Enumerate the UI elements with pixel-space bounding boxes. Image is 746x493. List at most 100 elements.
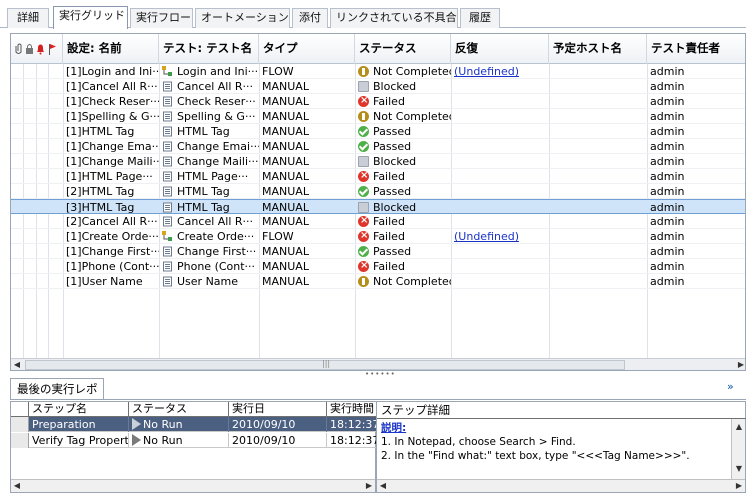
status-cell: Blocked	[373, 201, 417, 214]
tab-run-flow[interactable]: 実行フロー	[130, 8, 193, 28]
scroll-right-arrow-icon[interactable]: ▶	[363, 480, 375, 492]
row-header[interactable]	[11, 417, 29, 432]
detail-vertical-scrollbar[interactable]: ▲ ▼	[731, 419, 745, 479]
test-name-cell: Spelling & G···	[177, 110, 256, 123]
collapse-chevron-icon[interactable]: »	[727, 380, 734, 393]
test-name-cell: Change Emai···	[177, 140, 259, 153]
col-type[interactable]: タイプ	[259, 34, 355, 64]
step-description[interactable]: 説明: 1. In Notepad, choose Search > Find.…	[377, 419, 732, 479]
manual-test-icon	[162, 186, 173, 197]
test-name-cell: HTML Tag	[177, 201, 230, 214]
failed-status-icon	[358, 94, 369, 108]
step-status-cell: No Run	[143, 434, 183, 447]
steps-horizontal-scrollbar[interactable]: ◀ ▶	[11, 479, 375, 492]
config-name-cell: [1]Cancel All R···	[66, 80, 158, 93]
lock-icon[interactable]	[25, 43, 34, 55]
test-name-cell: Check Reser···	[177, 95, 256, 108]
table-row[interactable]: [2]Cancel All R··· Cancel All R··· MANUAL F…	[11, 214, 745, 229]
scroll-up-arrow-icon[interactable]: ▲	[733, 421, 745, 433]
table-row[interactable]: [1]Login and Ini··· Login and Ini··· FLOW N…	[11, 64, 745, 79]
step-name-cell: Verify Tag Propertie	[32, 434, 129, 447]
execution-grid: 設定: 名前 テスト: テスト名 タイプ ステータス 反復 予定ホスト名 テスト…	[10, 33, 746, 371]
iterations-link[interactable]: (Undefined)	[454, 65, 519, 78]
passed-status-icon	[358, 246, 369, 257]
panel-splitter[interactable]: ••••••	[10, 371, 746, 378]
step-row[interactable]: Preparation No Run 2010/09/10 18:12:37	[11, 417, 377, 432]
table-row[interactable]: [2]HTML Tag HTML Tag MANUAL Passed admin	[11, 184, 745, 199]
detail-horizontal-scrollbar[interactable]: ◀ ▶	[377, 479, 745, 492]
config-name-cell: [1]Phone (Cont···	[66, 260, 159, 273]
table-row[interactable]: [1]Phone (Cont··· Phone (Cont··· MANUAL Fai…	[11, 259, 745, 274]
follow-up-flag-icon[interactable]	[48, 43, 57, 55]
test-name-cell: Change First···	[177, 245, 257, 258]
row-header[interactable]	[11, 433, 29, 448]
tab-automation[interactable]: オートメーション	[195, 8, 290, 28]
config-name-cell: [1]HTML Page···	[66, 170, 153, 183]
type-cell: MANUAL	[262, 125, 309, 138]
table-row[interactable]: [1]Spelling & G··· Spelling & G··· MANUAL N…	[11, 109, 745, 124]
passed-status-icon	[358, 126, 369, 137]
steps-grid: ステップ名 ステータス 実行日 実行時間 Preparation No Run 20…	[10, 401, 377, 493]
tab-details[interactable]: 詳細	[7, 8, 49, 28]
tab-linked-defects[interactable]: リンクされている不具合	[330, 8, 458, 28]
table-row[interactable]: [1]HTML Page··· HTML Page··· MANUAL Failed a…	[11, 169, 745, 184]
scroll-down-arrow-icon[interactable]: ▼	[733, 463, 745, 475]
alert-bell-icon[interactable]	[36, 43, 45, 55]
blocked-status-icon	[358, 156, 369, 167]
scroll-left-arrow-icon[interactable]: ◀	[377, 480, 389, 492]
tab-run-grid[interactable]: 実行グリッド	[53, 6, 128, 29]
col-planned-host[interactable]: 予定ホスト名	[549, 34, 647, 64]
table-row[interactable]: [1]HTML Tag HTML Tag MANUAL Passed admin	[11, 124, 745, 139]
type-cell: MANUAL	[262, 170, 309, 183]
table-row[interactable]: [3]HTML Tag HTML Tag MANUAL Blocked admin	[11, 199, 745, 214]
status-cell: Failed	[373, 215, 405, 228]
manual-test-icon	[162, 202, 173, 213]
scroll-right-arrow-icon[interactable]: ▶	[733, 480, 745, 492]
test-name-cell: HTML Tag	[177, 125, 230, 138]
row-header-corner	[11, 402, 29, 417]
status-cell: Not Completed	[373, 275, 451, 288]
status-cell: Blocked	[373, 80, 417, 93]
scroll-left-arrow-icon[interactable]: ◀	[11, 480, 23, 492]
table-row[interactable]: [1]Change First··· Change First··· MANUAL P…	[11, 244, 745, 259]
not-completed-status-icon	[358, 276, 369, 287]
not-completed-status-icon	[358, 66, 369, 77]
type-cell: MANUAL	[262, 95, 309, 108]
table-row[interactable]: [1]Check Reser··· Check Reser··· MANUAL Fai…	[11, 94, 745, 109]
tab-attachments[interactable]: 添付	[292, 8, 328, 28]
scroll-left-arrow-icon[interactable]: ◀	[11, 359, 23, 370]
type-cell: MANUAL	[262, 155, 309, 168]
col-responsible-tester[interactable]: テスト責任者	[647, 34, 745, 64]
col-step-status[interactable]: ステータス	[129, 402, 229, 417]
table-row[interactable]: [1]User Name User Name MANUAL Not Completed…	[11, 274, 745, 289]
tab-last-run-report[interactable]: 最後の実行レポート	[10, 378, 104, 416]
config-name-cell: [1]Login and Ini···	[66, 65, 159, 78]
iterations-link[interactable]: (Undefined)	[454, 230, 519, 243]
table-row[interactable]: [1]Change Ema··· Change Emai··· MANUAL Pass…	[11, 139, 745, 154]
manual-test-icon	[162, 111, 173, 122]
scrollbar-thumb[interactable]: |||	[25, 359, 625, 370]
config-name-cell: [1]Change First···	[66, 245, 159, 258]
type-cell: FLOW	[262, 65, 294, 78]
scroll-right-arrow-icon[interactable]: ▶	[735, 359, 745, 370]
step-row[interactable]: Verify Tag Propertie No Run 2010/09/10 18:1…	[11, 433, 377, 448]
col-test-name[interactable]: テスト: テスト名	[159, 34, 259, 64]
col-step-name[interactable]: ステップ名	[29, 402, 129, 417]
col-exec-date[interactable]: 実行日	[229, 402, 327, 417]
col-exec-time[interactable]: 実行時間	[327, 402, 377, 417]
responsible-tester-cell: admin	[650, 275, 685, 288]
manual-test-icon	[162, 276, 173, 287]
table-row[interactable]: [1]Change Maili··· Change Maili··· MANUAL B…	[11, 154, 745, 169]
exec-time-cell: 18:12:37	[330, 418, 377, 431]
blocked-status-icon	[358, 202, 369, 213]
table-row[interactable]: [1]Cancel All R··· Cancel All R··· MANUAL B…	[11, 79, 745, 94]
attachment-icon[interactable]	[14, 43, 23, 55]
col-iterations[interactable]: 反復	[451, 34, 549, 64]
col-config-name[interactable]: 設定: 名前	[63, 34, 159, 64]
tab-history[interactable]: 履歴	[460, 8, 500, 28]
responsible-tester-cell: admin	[650, 260, 685, 273]
responsible-tester-cell: admin	[650, 110, 685, 123]
grid-horizontal-scrollbar[interactable]: ◀ ||| ▶	[11, 358, 745, 370]
table-row[interactable]: [1]Create Orde··· Create Orde··· FLOW Faile…	[11, 229, 745, 244]
col-status[interactable]: ステータス	[355, 34, 451, 64]
